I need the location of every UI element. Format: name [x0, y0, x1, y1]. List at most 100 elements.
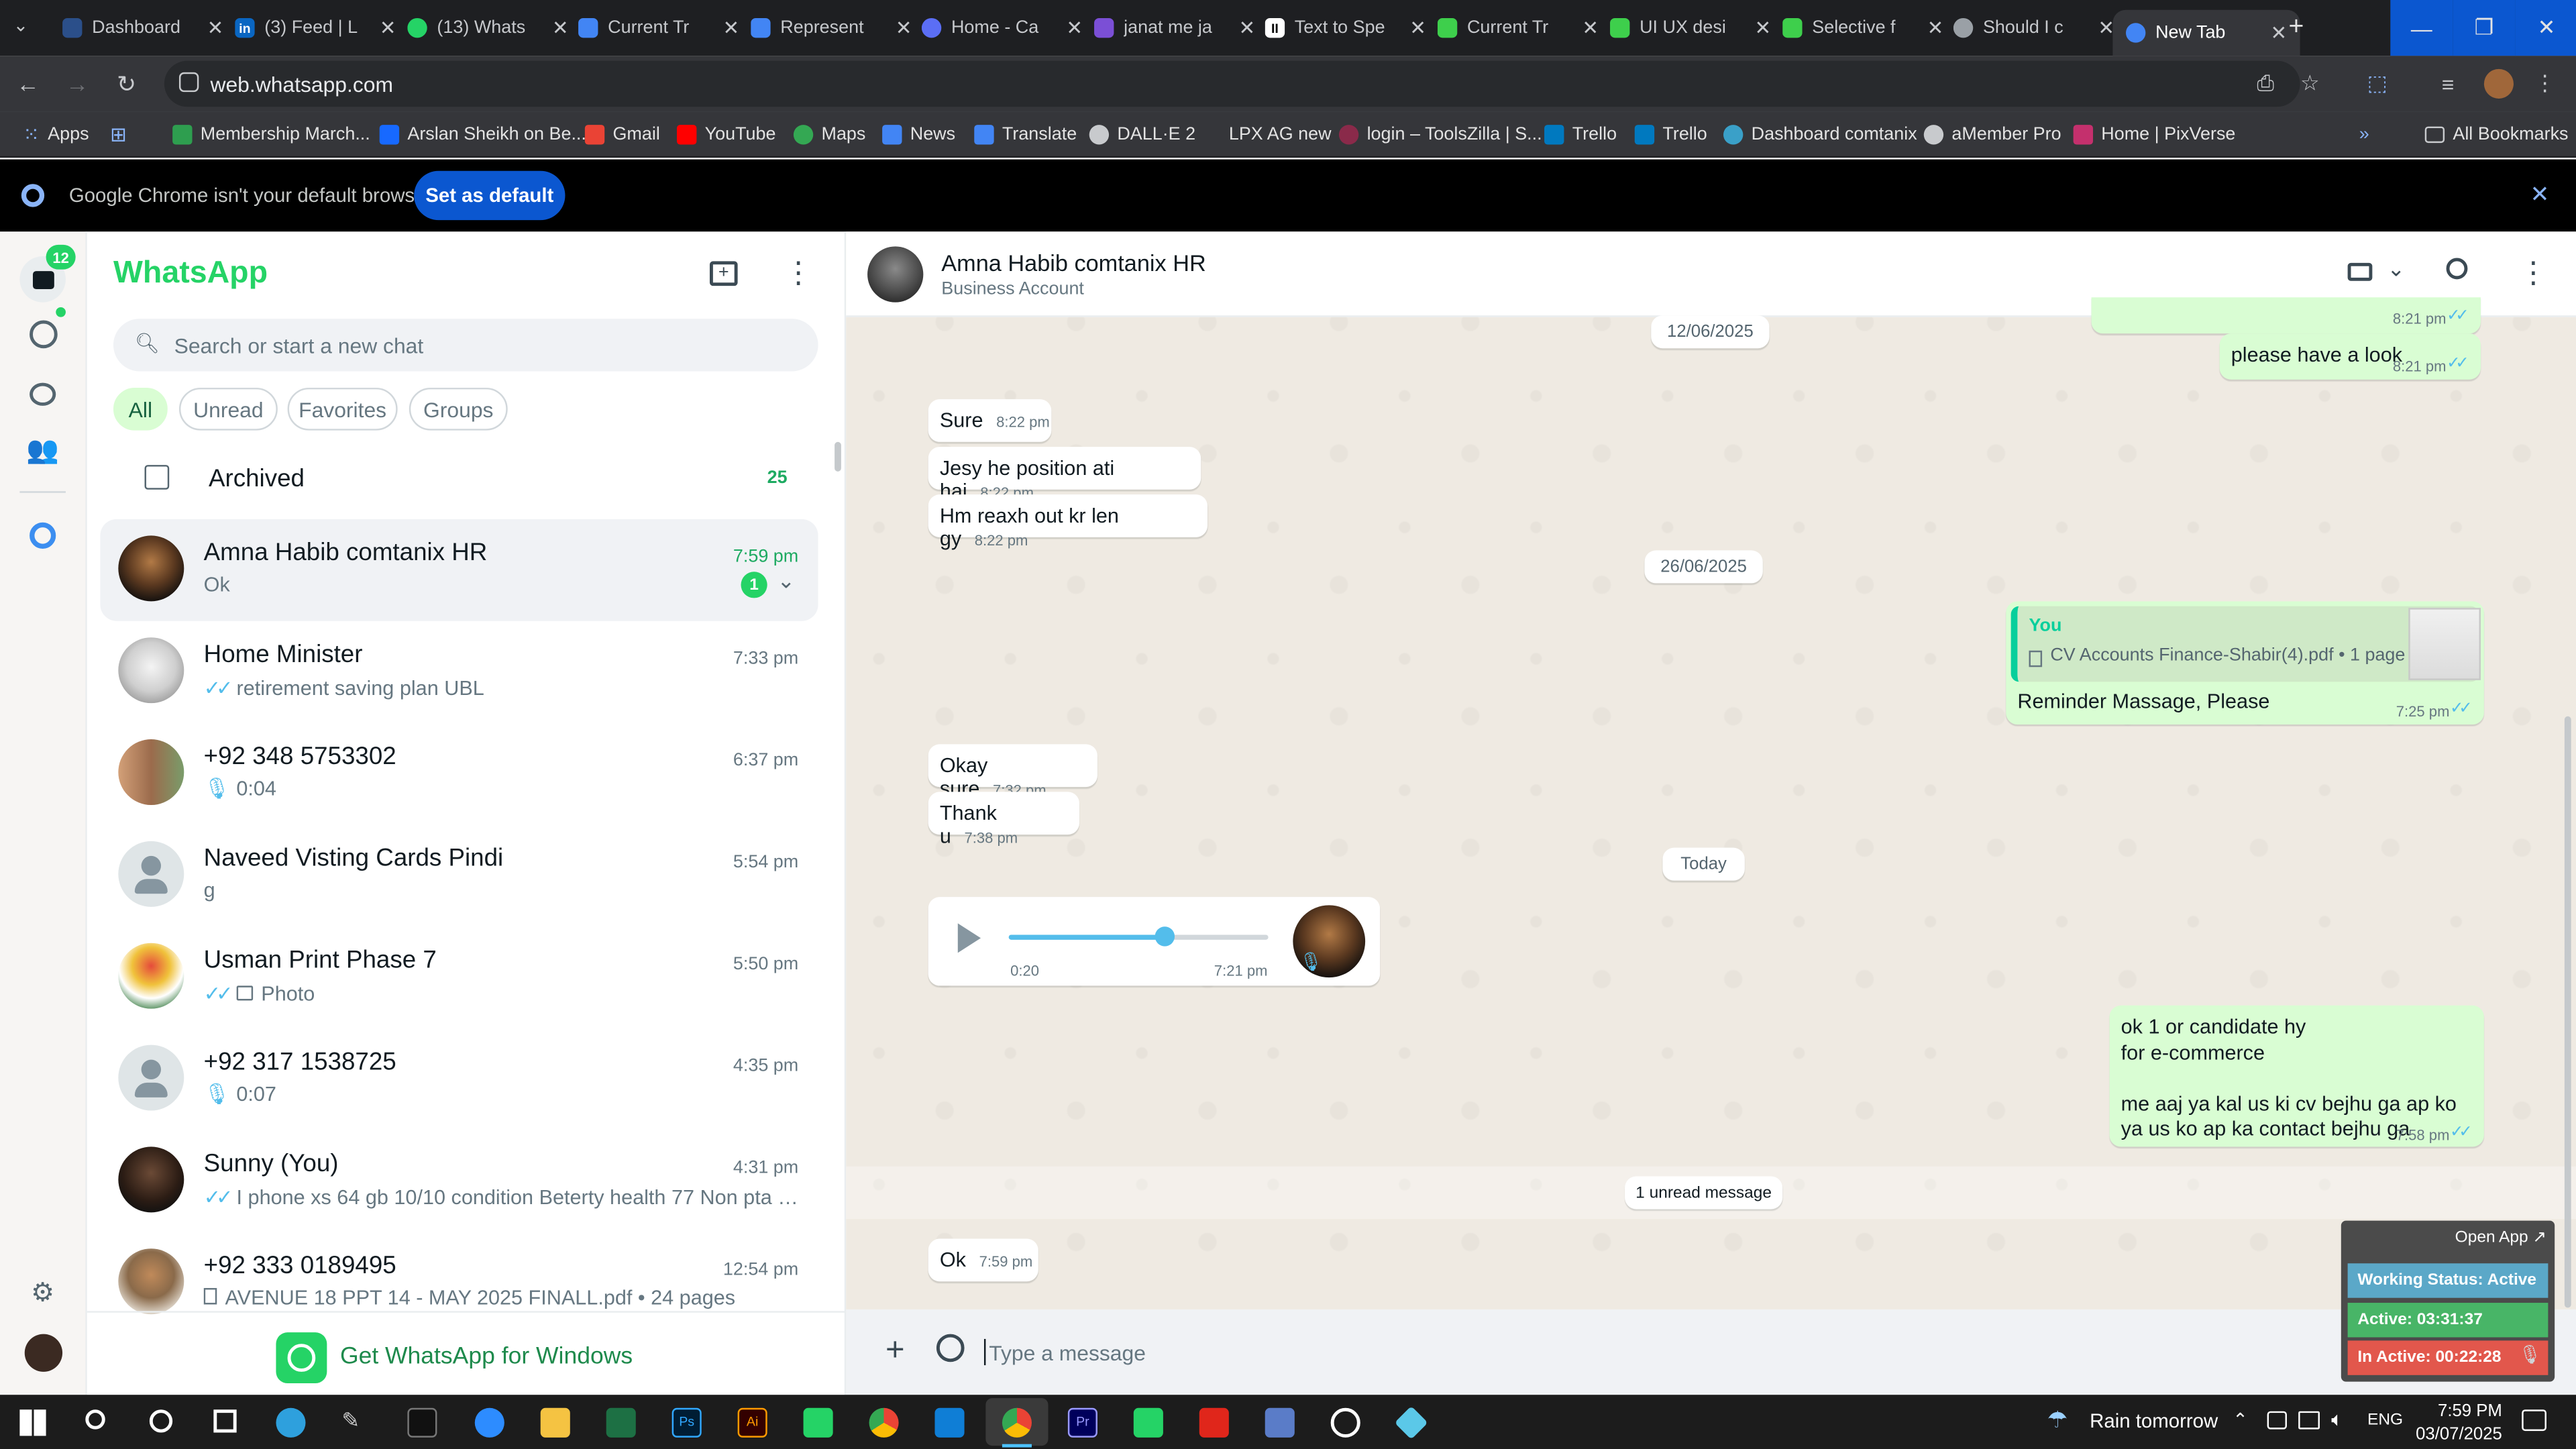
- chat-row[interactable]: Usman Print Phase 7 5:50 pm ✓✓ Photo: [100, 926, 818, 1028]
- reading-list-icon[interactable]: ≡: [2434, 70, 2461, 97]
- site-info-icon[interactable]: [178, 72, 199, 93]
- bookmark-6[interactable]: News: [882, 121, 955, 148]
- chevron-down-icon[interactable]: ⌄: [777, 568, 795, 594]
- file-explorer-icon[interactable]: [540, 1407, 570, 1438]
- tab-close-icon[interactable]: ✕: [1927, 16, 1944, 39]
- filter-favorites[interactable]: Favorites: [287, 387, 398, 431]
- bookmark-9[interactable]: LPX AG new: [1204, 121, 1332, 148]
- premiere-icon[interactable]: Pr: [1067, 1407, 1097, 1438]
- tab-close-icon[interactable]: ✕: [1239, 16, 1256, 39]
- bookmark-13[interactable]: Dashboard comtanix: [1723, 121, 1917, 148]
- tab-5[interactable]: Home - Ca ✕: [921, 10, 1083, 46]
- weather-text[interactable]: Rain tomorrow: [2090, 1409, 2218, 1432]
- bookmark-7[interactable]: Translate: [974, 121, 1077, 148]
- chrome-active-icon[interactable]: [1002, 1407, 1032, 1438]
- chevron-down-icon[interactable]: ⌄: [2387, 256, 2405, 282]
- attach-plus-icon[interactable]: +: [885, 1332, 905, 1370]
- install-app-icon[interactable]: ⎙: [2253, 70, 2279, 97]
- tab-9[interactable]: UI UX desi ✕: [1610, 10, 1771, 46]
- bookmark-star-icon[interactable]: ☆: [2297, 70, 2323, 97]
- bookmark-grid-icon[interactable]: ⊞: [110, 121, 127, 148]
- quoted-message[interactable]: You CV Accounts Finance-Shabir(4).pdf • …: [2010, 606, 2481, 682]
- channels-icon[interactable]: [23, 374, 62, 414]
- volume-icon[interactable]: 🔈︎: [2331, 1408, 2343, 1433]
- media-player-icon[interactable]: [1330, 1407, 1360, 1438]
- excel-icon[interactable]: [606, 1407, 636, 1438]
- tab-close-icon[interactable]: ✕: [2271, 21, 2288, 44]
- tab-1[interactable]: in (3) Feed | L ✕: [235, 10, 396, 46]
- tab-close-icon[interactable]: ✕: [207, 16, 224, 39]
- contact-avatar[interactable]: [867, 246, 924, 303]
- bookmark-5[interactable]: Maps: [793, 121, 865, 148]
- tab-close-icon[interactable]: ✕: [1755, 16, 1772, 39]
- bookmark-14[interactable]: aMember Pro: [1923, 121, 2061, 148]
- tab-close-icon[interactable]: ✕: [1409, 16, 1426, 39]
- bookmark-1[interactable]: Membership March...: [172, 121, 370, 148]
- illustrator-icon[interactable]: Ai: [737, 1407, 767, 1438]
- whatsapp-app-icon[interactable]: [803, 1407, 833, 1438]
- calculator-icon[interactable]: [1265, 1407, 1295, 1438]
- archived-row[interactable]: Archived 25: [87, 445, 846, 511]
- bookmark-15[interactable]: Home | PixVerse: [2073, 121, 2235, 148]
- windows-start-icon[interactable]: [19, 1409, 46, 1436]
- tab-close-icon[interactable]: ✕: [723, 16, 740, 39]
- tab-7[interactable]: II Text to Spe ✕: [1265, 10, 1426, 46]
- tab-3[interactable]: Current Tr ✕: [578, 10, 739, 46]
- clock-time[interactable]: 7:59 PM: [2430, 1401, 2502, 1421]
- meta-ai-icon[interactable]: [23, 516, 62, 555]
- list-scrollbar[interactable]: [835, 441, 841, 472]
- filter-groups[interactable]: Groups: [409, 387, 508, 431]
- zoom-icon[interactable]: [474, 1407, 504, 1438]
- tab-close-icon[interactable]: ✕: [2098, 16, 2114, 39]
- tab-close-icon[interactable]: ✕: [552, 16, 569, 39]
- new-chat-icon[interactable]: +: [709, 261, 738, 286]
- reload-icon[interactable]: ↻: [112, 69, 142, 99]
- tab-close-icon[interactable]: ✕: [1582, 16, 1599, 39]
- vscode-icon[interactable]: [934, 1407, 965, 1438]
- bookmark-4[interactable]: YouTube: [676, 121, 776, 148]
- bookmark-12[interactable]: Trello: [1634, 121, 1707, 148]
- cortana-icon[interactable]: [149, 1409, 173, 1433]
- chevron-up-icon[interactable]: ⌃: [2233, 1409, 2248, 1431]
- chrome-menu-icon[interactable]: ⋮: [2532, 70, 2558, 97]
- settings-gear-icon[interactable]: ⚙: [23, 1273, 62, 1313]
- address-bar[interactable]: web.whatsapp.com: [164, 60, 2300, 107]
- filter-all[interactable]: All: [113, 387, 168, 431]
- forward-arrow-icon[interactable]: →: [62, 69, 92, 99]
- all-bookmarks[interactable]: All Bookmarks: [2424, 121, 2569, 148]
- vpn-app-icon[interactable]: [1394, 1405, 1428, 1440]
- bookmark-8[interactable]: DALL·E 2: [1089, 121, 1195, 148]
- language-indicator[interactable]: ENG: [2367, 1411, 2403, 1430]
- tab-search-icon[interactable]: ⌄: [13, 15, 29, 36]
- new-tab-button[interactable]: +: [2288, 13, 2304, 43]
- back-arrow-icon[interactable]: ←: [13, 69, 43, 99]
- network-icon[interactable]: [2298, 1411, 2320, 1430]
- pen-tool-icon[interactable]: ✎: [341, 1408, 371, 1438]
- notifications-icon[interactable]: [2522, 1409, 2546, 1432]
- close-window-button[interactable]: ✕: [2515, 0, 2576, 56]
- tab-6[interactable]: janat me ja ✕: [1094, 10, 1255, 46]
- tab-0[interactable]: Dashboard ✕: [62, 10, 223, 46]
- voice-track[interactable]: [1008, 926, 1269, 947]
- tab-10[interactable]: Selective f ✕: [1782, 10, 1943, 46]
- video-call-icon[interactable]: [2347, 262, 2373, 281]
- search-icon[interactable]: [85, 1409, 105, 1430]
- tab-active-new-tab[interactable]: New Tab ✕: [2112, 9, 2300, 56]
- acrobat-icon[interactable]: [1199, 1407, 1229, 1438]
- status-icon[interactable]: [23, 314, 62, 354]
- bookmark-2[interactable]: Arslan Sheikh on Be...: [379, 121, 586, 148]
- bookmark-3[interactable]: Gmail: [584, 121, 660, 148]
- close-infobar-icon[interactable]: ✕: [2530, 180, 2549, 209]
- my-profile-avatar[interactable]: [24, 1334, 63, 1372]
- clock-date[interactable]: 03/07/2025: [2414, 1424, 2502, 1444]
- conversation-scrollbar[interactable]: [2564, 716, 2571, 1308]
- task-view-icon[interactable]: [213, 1409, 237, 1433]
- list-menu-icon[interactable]: ⋮: [784, 256, 813, 290]
- sticker-icon[interactable]: [936, 1334, 965, 1362]
- tab-close-icon[interactable]: ✕: [380, 16, 396, 39]
- tab-close-icon[interactable]: ✕: [1066, 16, 1083, 39]
- microphone-icon[interactable]: 🎙︎: [2518, 1344, 2541, 1365]
- profile-avatar[interactable]: [2483, 68, 2514, 99]
- tab-4[interactable]: Represent ✕: [751, 10, 912, 46]
- chat-row[interactable]: Amna Habib comtanix HR 7:59 pm Ok 1 ⌄: [100, 519, 818, 621]
